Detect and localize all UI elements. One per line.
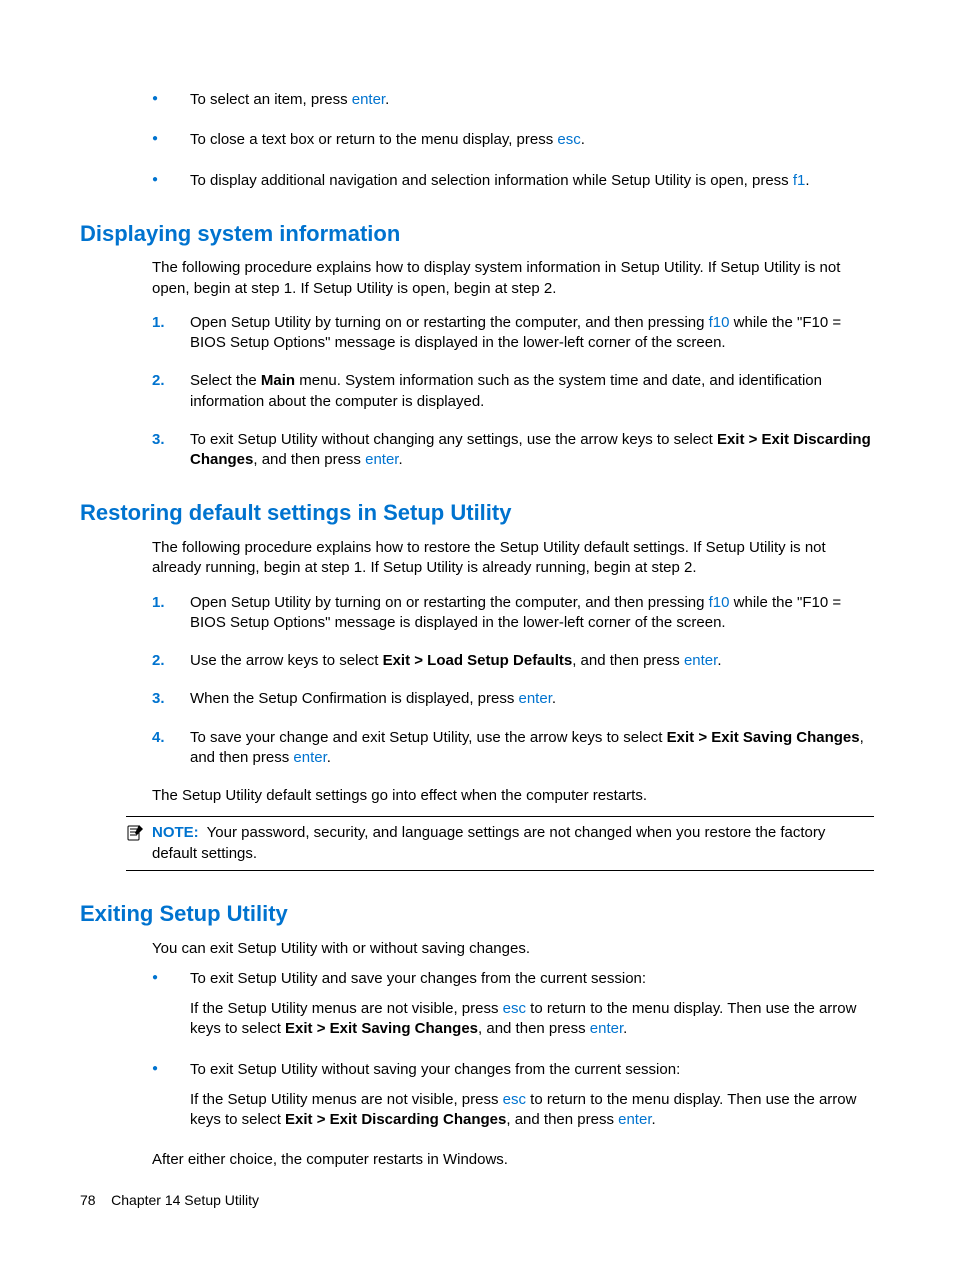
text: . — [385, 91, 389, 108]
steps-list: Open Setup Utility by turning on or rest… — [152, 313, 874, 471]
key-f10: f10 — [709, 594, 730, 611]
text: . — [552, 690, 556, 707]
list-item: To exit Setup Utility without saving you… — [152, 1060, 874, 1131]
text: . — [581, 131, 585, 148]
text: . — [327, 749, 331, 766]
text: To exit Setup Utility and save your chan… — [190, 970, 646, 987]
text: , and then press — [253, 451, 365, 468]
exit-bullets: To exit Setup Utility and save your chan… — [152, 969, 874, 1131]
intro-paragraph: The following procedure explains how to … — [152, 258, 874, 299]
note-block: NOTE:Your password, security, and langua… — [126, 816, 874, 871]
heading-displaying-system-information: Displaying system information — [80, 219, 874, 249]
key-esc: esc — [557, 131, 580, 148]
list-item: To exit Setup Utility and save your chan… — [152, 969, 874, 1040]
key-enter: enter — [293, 749, 326, 766]
key-enter: enter — [618, 1111, 651, 1128]
key-esc: esc — [503, 1091, 526, 1108]
key-f10: f10 — [709, 314, 730, 331]
text: . — [652, 1111, 656, 1128]
heading-exiting-setup-utility: Exiting Setup Utility — [80, 899, 874, 929]
text: To close a text box or return to the men… — [190, 131, 557, 148]
text: To save your change and exit Setup Utili… — [190, 729, 667, 746]
document-page: To select an item, press enter. To close… — [0, 0, 954, 1270]
note-icon — [126, 825, 144, 847]
step-item: To exit Setup Utility without changing a… — [152, 430, 874, 471]
key-enter: enter — [684, 652, 717, 669]
text: When the Setup Confirmation is displayed… — [190, 690, 519, 707]
text: Open Setup Utility by turning on or rest… — [190, 594, 709, 611]
text: To exit Setup Utility without saving you… — [190, 1061, 680, 1078]
after-paragraph: After either choice, the computer restar… — [152, 1150, 874, 1170]
chapter-label: Chapter 14 Setup Utility — [111, 1192, 259, 1208]
text: , and then press — [478, 1020, 590, 1037]
text: To display additional navigation and sel… — [190, 172, 793, 189]
page-footer: 78 Chapter 14 Setup Utility — [80, 1191, 259, 1210]
bold-text: Exit > Exit Saving Changes — [667, 729, 860, 746]
key-enter: enter — [519, 690, 552, 707]
step-item: Open Setup Utility by turning on or rest… — [152, 313, 874, 354]
step-item: Open Setup Utility by turning on or rest… — [152, 593, 874, 634]
text: Select the — [190, 372, 261, 389]
intro-paragraph: The following procedure explains how to … — [152, 538, 874, 579]
text: To exit Setup Utility without changing a… — [190, 431, 717, 448]
top-navigation-bullets: To select an item, press enter. To close… — [152, 90, 874, 191]
bold-text: Exit > Exit Discarding Changes — [285, 1111, 506, 1128]
text: . — [623, 1020, 627, 1037]
heading-restoring-default-settings: Restoring default settings in Setup Util… — [80, 498, 874, 528]
list-item: To select an item, press enter. — [152, 90, 874, 110]
intro-paragraph: You can exit Setup Utility with or witho… — [152, 939, 874, 959]
key-esc: esc — [503, 1000, 526, 1017]
text: To select an item, press — [190, 91, 352, 108]
step-item: Use the arrow keys to select Exit > Load… — [152, 651, 874, 671]
step-item: When the Setup Confirmation is displayed… — [152, 689, 874, 709]
steps-list: Open Setup Utility by turning on or rest… — [152, 593, 874, 769]
text: . — [717, 652, 721, 669]
list-item: To close a text box or return to the men… — [152, 130, 874, 150]
after-paragraph: The Setup Utility default settings go in… — [152, 786, 874, 806]
bold-text: Exit > Exit Saving Changes — [285, 1020, 478, 1037]
text: Use the arrow keys to select — [190, 652, 383, 669]
text: If the Setup Utility menus are not visib… — [190, 1000, 503, 1017]
text: . — [398, 451, 402, 468]
text: , and then press — [506, 1111, 618, 1128]
step-item: To save your change and exit Setup Utili… — [152, 728, 874, 769]
text: If the Setup Utility menus are not visib… — [190, 1091, 503, 1108]
key-enter: enter — [590, 1020, 623, 1037]
text: Open Setup Utility by turning on or rest… — [190, 314, 709, 331]
bold-text: Exit > Load Setup Defaults — [383, 652, 573, 669]
note-text: Your password, security, and language se… — [152, 824, 825, 861]
bold-text: Main — [261, 372, 295, 389]
key-f1: f1 — [793, 172, 806, 189]
key-enter: enter — [365, 451, 398, 468]
list-item: To display additional navigation and sel… — [152, 171, 874, 191]
text: . — [805, 172, 809, 189]
text: , and then press — [572, 652, 684, 669]
step-item: Select the Main menu. System information… — [152, 371, 874, 412]
key-enter: enter — [352, 91, 385, 108]
note-label: NOTE: — [152, 824, 199, 841]
page-number: 78 — [80, 1192, 96, 1208]
